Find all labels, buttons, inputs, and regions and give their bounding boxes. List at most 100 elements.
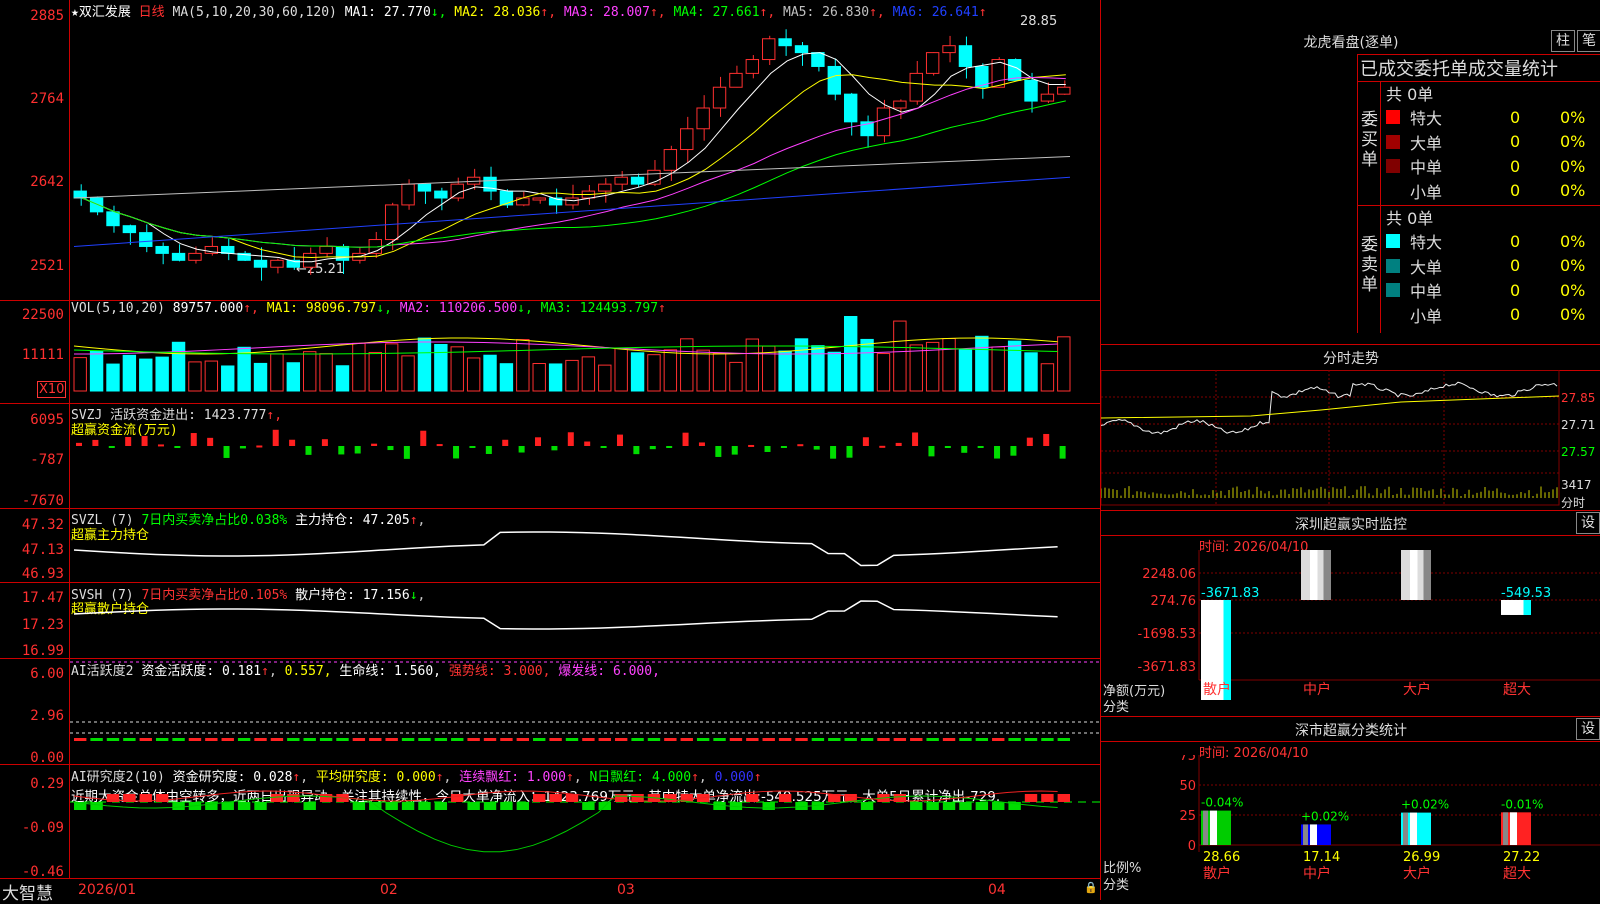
research-bar xyxy=(959,802,972,810)
activity-bar xyxy=(237,738,251,741)
volume-bar xyxy=(663,349,678,392)
activity-bar xyxy=(188,738,202,741)
svsh-ytick: 17.47 xyxy=(21,590,64,606)
candlestick-chart[interactable] xyxy=(70,18,1100,300)
candle xyxy=(565,197,579,206)
chart-bar xyxy=(1401,812,1431,845)
svzl-ytick: 47.32 xyxy=(21,517,64,533)
sz-monitor-settings-button[interactable]: 设 xyxy=(1576,512,1600,534)
category-label: 超大 xyxy=(1503,866,1531,882)
chart-bar xyxy=(1501,600,1531,615)
research-bar xyxy=(369,802,382,810)
svzl-chart[interactable] xyxy=(70,510,1100,582)
research-bar xyxy=(582,802,595,810)
candle xyxy=(401,183,415,206)
candle xyxy=(303,252,317,268)
candle xyxy=(253,259,268,268)
svzj-ytick: -7670 xyxy=(21,493,64,509)
research-bar xyxy=(451,794,464,802)
activity-bar xyxy=(221,738,234,741)
candle xyxy=(696,107,710,130)
fenshi-vol: 3417 xyxy=(1561,478,1592,492)
sz-class-ytick: 0 xyxy=(1188,839,1196,854)
ai1-chart[interactable] xyxy=(70,660,1100,764)
flow-bar xyxy=(551,446,558,451)
activity-bar xyxy=(713,738,726,741)
svzj-ytick: 6095 xyxy=(30,412,64,428)
flow-bar xyxy=(649,446,656,450)
activity-bar xyxy=(975,738,989,741)
indicator-line xyxy=(73,600,1058,630)
volume-bar xyxy=(942,338,956,392)
flow-bar xyxy=(600,446,607,448)
flow-bar xyxy=(682,432,689,446)
sz-class-ytick: 25 xyxy=(1179,809,1196,824)
volume-bar xyxy=(532,363,546,392)
volume-bar xyxy=(1007,340,1022,392)
research-bar xyxy=(385,802,398,810)
activity-bar xyxy=(746,738,759,741)
sz-monitor-title: 深圳超赢实时监控 xyxy=(1295,517,1407,533)
volume-bar xyxy=(696,349,710,392)
ma-line xyxy=(82,74,1066,259)
activity-bar xyxy=(926,738,939,741)
activity-bar xyxy=(959,738,972,741)
candle xyxy=(171,252,186,261)
intraday-chart[interactable] xyxy=(1101,370,1600,508)
activity-bar xyxy=(664,738,677,741)
flow-bar xyxy=(813,446,820,450)
value-label: 17.14 xyxy=(1303,850,1340,865)
sz-monitor-chart[interactable]: 2248.06274.76-1698.53-3671.83-3671.83散户2… xyxy=(1101,550,1600,715)
research-bar xyxy=(352,802,366,810)
ai2-ytick: -0.46 xyxy=(21,864,64,880)
volume-bar xyxy=(1024,352,1038,392)
tick-mode-button[interactable]: 笔 xyxy=(1577,30,1600,52)
volume-bar xyxy=(335,365,350,392)
flow-bar xyxy=(403,446,410,459)
activity-bar xyxy=(90,738,103,741)
volume-bar xyxy=(1057,336,1071,392)
research-bar xyxy=(549,794,562,802)
research-bar xyxy=(1024,794,1038,802)
bar-mode-button[interactable]: 柱 xyxy=(1551,30,1575,52)
sz-class-ytick: 75 xyxy=(1179,755,1196,764)
flow-bar xyxy=(928,446,935,457)
research-bar xyxy=(270,794,284,802)
volume-bar xyxy=(122,354,137,392)
research-bar xyxy=(254,802,267,810)
candle xyxy=(319,245,333,254)
flow-bar xyxy=(961,446,968,453)
research-bar xyxy=(106,794,120,802)
candle xyxy=(155,245,169,254)
sz-class-chart[interactable]: 75 50 25 0 -0.04% 28.66散户 +0.02% 17.14中户 +0.02% 2… xyxy=(1101,755,1600,900)
chart-area[interactable]: ★双汇发展 日线 MA(5,10,20,30,60,120) MA1: 27.7… xyxy=(0,0,1100,904)
candle xyxy=(221,245,235,254)
flow-bar xyxy=(879,445,886,448)
activity-bar xyxy=(319,738,333,741)
volume-bar xyxy=(729,361,743,392)
volume-bar xyxy=(565,359,579,392)
ma-line xyxy=(82,100,1066,248)
candle xyxy=(1040,93,1055,102)
flow-bar xyxy=(1059,446,1066,459)
lock-icon[interactable]: 🔒 xyxy=(1084,881,1098,894)
volume-bar xyxy=(548,363,563,392)
research-bar xyxy=(500,802,513,810)
svzj-chart[interactable] xyxy=(70,404,1100,508)
volume-bar xyxy=(712,352,727,392)
volume-chart[interactable] xyxy=(70,316,1100,401)
ai2-chart[interactable] xyxy=(70,766,1100,878)
activity-bar xyxy=(647,738,661,741)
order-row: 小单 0 0% xyxy=(1386,179,1596,203)
candle xyxy=(630,176,645,185)
flow-bar xyxy=(731,446,738,455)
sell-label: 委卖单 xyxy=(1361,235,1378,295)
activity-bar xyxy=(155,738,169,741)
candle xyxy=(384,204,399,241)
activity-bar xyxy=(680,738,693,741)
sz-class-settings-button[interactable]: 设 xyxy=(1576,718,1600,740)
candle xyxy=(942,45,956,54)
svsh-chart[interactable] xyxy=(70,584,1100,658)
flow-bar xyxy=(305,446,312,455)
research-bar xyxy=(926,802,939,810)
